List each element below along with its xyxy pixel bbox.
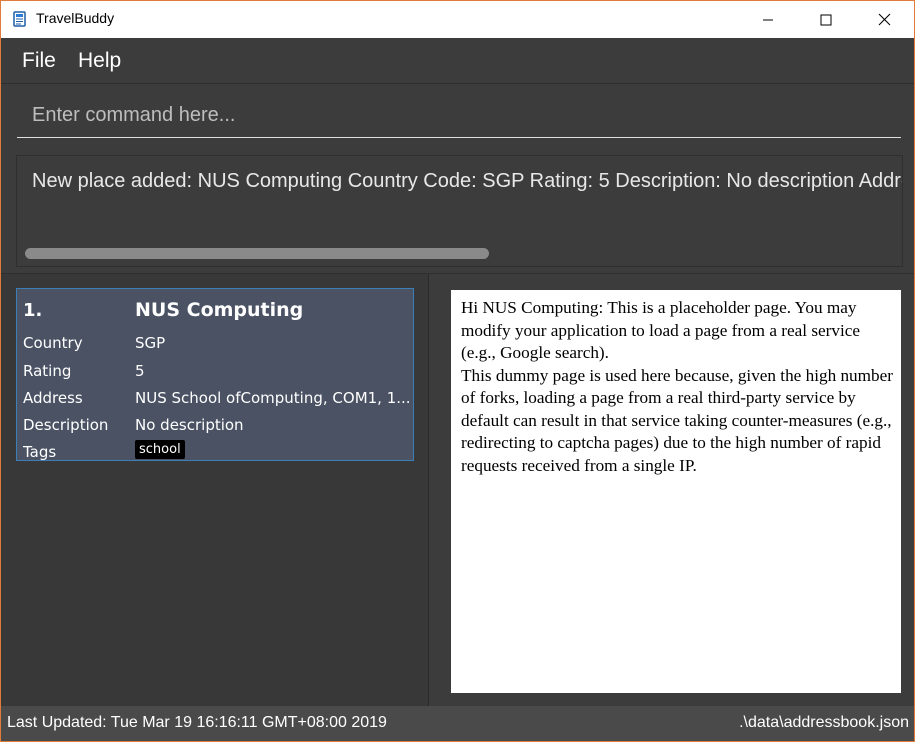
rating-label: Rating	[23, 362, 72, 380]
menu-help[interactable]: Help	[78, 49, 121, 73]
minimize-icon	[763, 19, 773, 20]
minimize-button[interactable]	[739, 1, 797, 38]
app-logo-icon	[12, 11, 28, 27]
browser-paragraph: This dummy page is used here because, gi…	[461, 365, 893, 475]
result-message: New place added: NUS Computing Country C…	[32, 170, 902, 192]
place-card[interactable]: 1. NUS Computing Country SGP Rating 5 Ad…	[16, 288, 414, 461]
title-bar: TravelBuddy	[1, 1, 914, 38]
close-button[interactable]	[855, 1, 913, 38]
result-display[interactable]: New place added: NUS Computing Country C…	[16, 155, 903, 267]
tag-badge: school	[135, 440, 185, 459]
country-value: SGP	[135, 334, 166, 352]
command-input[interactable]	[17, 94, 901, 138]
browser-panel[interactable]: Hi NUS Computing: This is a placeholder …	[451, 290, 901, 693]
country-label: Country	[23, 334, 83, 352]
browser-content: Hi NUS Computing: This is a placeholder …	[461, 297, 893, 477]
browser-paragraph: Hi NUS Computing: This is a placeholder …	[461, 298, 860, 362]
horizontal-scrollbar[interactable]	[25, 248, 489, 259]
place-list-panel[interactable]: 1. NUS Computing Country SGP Rating 5 Ad…	[1, 274, 428, 706]
menu-file[interactable]: File	[22, 49, 56, 73]
tags-label: Tags	[23, 443, 57, 461]
window-title: TravelBuddy	[36, 10, 115, 26]
command-box	[1, 84, 914, 146]
description-label: Description	[23, 416, 109, 434]
app-window: TravelBuddy File Help New place added: N…	[0, 0, 915, 742]
description-value: No description	[135, 416, 244, 434]
maximize-button[interactable]	[797, 1, 855, 38]
rating-value: 5	[135, 362, 145, 380]
maximize-icon	[820, 14, 832, 25]
save-location-status: .\data\addressbook.json	[739, 714, 909, 731]
last-updated-status: Last Updated: Tue Mar 19 16:16:11 GMT+08…	[7, 714, 387, 731]
address-label: Address	[23, 389, 83, 407]
close-icon	[878, 13, 890, 26]
place-index: 1.	[23, 300, 43, 321]
split-divider[interactable]	[428, 274, 429, 706]
status-bar: Last Updated: Tue Mar 19 16:16:11 GMT+08…	[1, 706, 914, 741]
place-name: NUS Computing	[135, 299, 304, 321]
menu-bar: File Help	[1, 38, 914, 84]
address-value: NUS School ofComputing, COM1, 1...	[135, 389, 411, 407]
main-split-pane: 1. NUS Computing Country SGP Rating 5 Ad…	[1, 273, 914, 706]
